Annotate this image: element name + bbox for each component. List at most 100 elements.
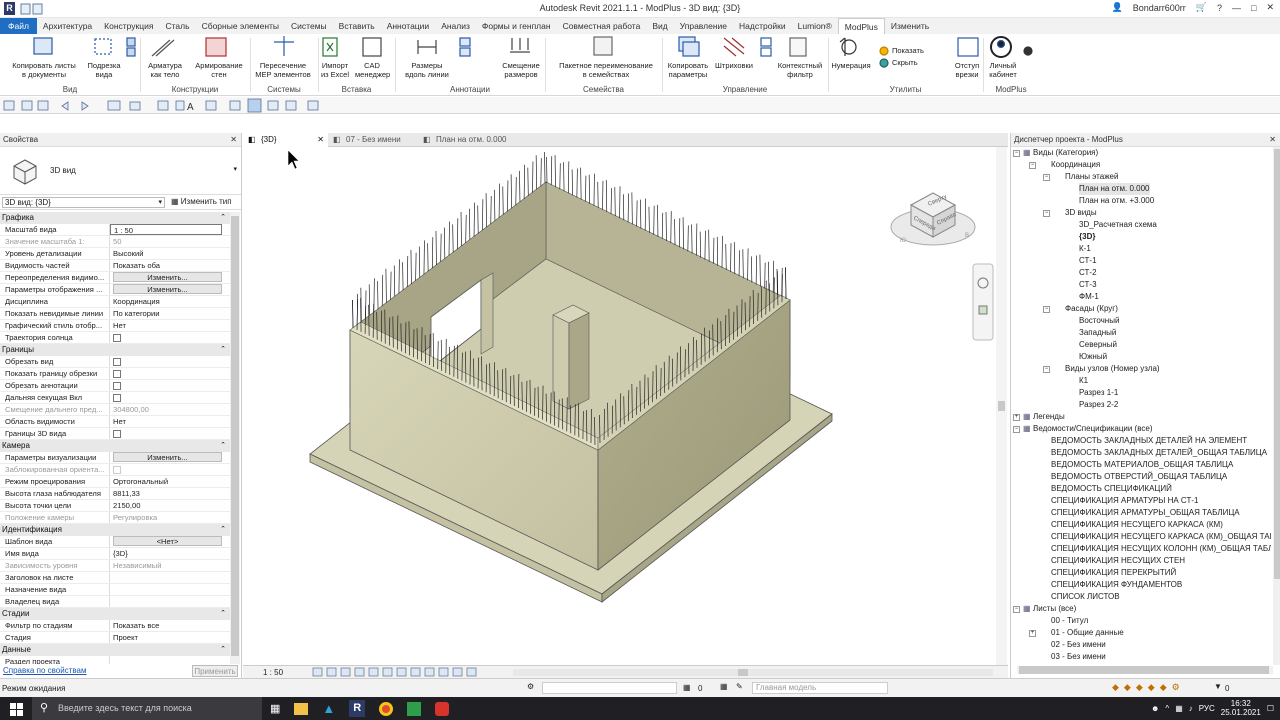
browser-item[interactable]: − ▦ Ведомости/Спецификации (все) — [1011, 423, 1271, 435]
browser-item[interactable]: К1 — [1011, 375, 1271, 387]
menu-tab-6[interactable]: Вставить — [333, 18, 381, 34]
browser-item[interactable]: 04 - Без имени — [1011, 663, 1271, 665]
ribbon-button-4[interactable]: Пересечение MEP элементов — [252, 61, 314, 79]
menu-tab-16[interactable]: Изменить — [885, 18, 935, 34]
browser-item[interactable]: СПЕЦИФИКАЦИЯ НЕСУЩЕГО КАРКАСА (КМ) — [1011, 519, 1271, 531]
collapse-icon[interactable]: ⌃ — [220, 608, 226, 620]
browser-item[interactable]: − Виды узлов (Номер узла) — [1011, 363, 1271, 375]
browser-item[interactable]: − ▦ Листы (все) — [1011, 603, 1271, 615]
browser-item[interactable]: ВЕДОМОСТЬ ОТВЕРСТИЙ_ОБЩАЯ ТАБЛИЦА — [1011, 471, 1271, 483]
collapse-icon[interactable]: ⌃ — [220, 344, 226, 356]
properties-scrollbar[interactable] — [230, 212, 240, 664]
ribbon-small-0[interactable]: Показать — [892, 46, 924, 55]
ribbon-button-11[interactable]: Штриховки — [712, 61, 756, 70]
view-control-icons[interactable] — [311, 666, 511, 678]
editable-only-icon[interactable]: ▦ — [683, 683, 691, 692]
people-icon[interactable]: ☻ — [1151, 704, 1159, 713]
clock[interactable]: 16:32 25.01.2021 — [1221, 699, 1261, 717]
ribbon-small-1[interactable]: Скрыть — [892, 58, 918, 67]
collapse-icon[interactable]: ⌃ — [220, 440, 226, 452]
menu-tab-0[interactable]: Файл — [0, 18, 37, 34]
apply-button[interactable]: Применить — [192, 665, 238, 677]
background-process-icon[interactable]: ⚙ — [1172, 682, 1180, 693]
menu-tab-4[interactable]: Сборные элементы — [196, 18, 285, 34]
edit-type-button[interactable]: ▦ Изменить тип — [171, 197, 232, 206]
view-tab[interactable]: ◧ {3D} ✕ — [243, 133, 328, 147]
browser-item[interactable]: СПИСОК ЛИСТОВ — [1011, 591, 1271, 603]
menu-tab-8[interactable]: Анализ — [435, 18, 476, 34]
horizontal-scrollbar[interactable] — [513, 669, 993, 676]
browser-item[interactable]: СПЕЦИФИКАЦИЯ ФУНДАМЕНТОВ — [1011, 579, 1271, 591]
toolbar-icons[interactable]: A — [0, 97, 350, 114]
property-value-text[interactable]: {3D} — [113, 548, 230, 559]
properties-section[interactable]: Данные ⌃ — [0, 644, 230, 656]
menu-tab-11[interactable]: Вид — [646, 18, 673, 34]
menu-tab-13[interactable]: Надстройки — [733, 18, 792, 34]
properties-section[interactable]: Границы ⌃ — [0, 344, 230, 356]
browser-item[interactable]: СПЕЦИФИКАЦИЯ НЕСУЩЕГО КАРКАСА (КМ)_ОБЩАЯ… — [1011, 531, 1271, 543]
ribbon-button-14[interactable]: Отступ врезки — [950, 61, 984, 79]
browser-item[interactable]: − Планы этажей — [1011, 171, 1271, 183]
browser-item[interactable]: СТ-3 — [1011, 279, 1271, 291]
property-checkbox[interactable] — [113, 394, 121, 402]
browser-item[interactable]: + ▦ Легенды — [1011, 411, 1271, 423]
expand-icon[interactable]: + — [1013, 414, 1020, 421]
browser-item[interactable]: +01 - Общие данные — [1011, 627, 1271, 639]
menu-tab-14[interactable]: Lumion® — [792, 18, 838, 34]
revit-taskbar-icon[interactable]: R — [349, 700, 366, 717]
menu-tab-5[interactable]: Системы — [285, 18, 333, 34]
filter-icon[interactable]: ▼ — [1214, 682, 1222, 691]
minimize-icon[interactable]: — — [1232, 3, 1241, 13]
menu-tab-1[interactable]: Архитектура — [37, 18, 98, 34]
property-checkbox[interactable] — [113, 370, 121, 378]
browser-scrollbar[interactable] — [1273, 147, 1280, 665]
recorder-icon[interactable] — [435, 701, 450, 716]
property-value-text[interactable]: Показать оба — [113, 260, 230, 271]
taskbar-search[interactable]: ⚲ Введите здесь текст для поиска — [32, 697, 262, 720]
zoom-icon[interactable] — [978, 305, 988, 315]
property-value-text[interactable]: Ортогональный — [113, 476, 230, 487]
3d-model-render[interactable]: Сверху Спереди Справа Ю В — [243, 147, 1008, 665]
collapse-icon[interactable]: − — [1013, 426, 1020, 433]
property-value-text[interactable]: Координация — [113, 296, 230, 307]
menu-tab-7[interactable]: Аннотации — [381, 18, 436, 34]
property-checkbox[interactable] — [113, 334, 121, 342]
design-option-select[interactable]: Главная модель — [752, 682, 888, 694]
windows-start-icon[interactable] — [7, 699, 27, 719]
browser-item[interactable]: СТ-2 — [1011, 267, 1271, 279]
instance-selector[interactable]: 3D вид: {3D} ▾ — [2, 197, 165, 208]
browser-item[interactable]: СПЕЦИФИКАЦИЯ АРМАТУРЫ НА СТ-1 — [1011, 495, 1271, 507]
ribbon-button-2[interactable]: Арматура как тело — [143, 61, 187, 79]
collapse-icon[interactable]: ⌃ — [220, 524, 226, 536]
select-links-icon[interactable]: ◆ — [1112, 682, 1119, 693]
property-edit-button[interactable]: Изменить... — [113, 284, 222, 294]
ribbon-button-6[interactable]: CAD менеджер — [355, 61, 390, 79]
property-value-text[interactable]: По категории — [113, 308, 230, 319]
menu-tab-3[interactable]: Сталь — [160, 18, 196, 34]
ribbon-button-12[interactable]: Контекстный фильтр — [773, 61, 827, 79]
user-name[interactable]: Bondarr600rr — [1133, 3, 1186, 13]
property-value-text[interactable]: Проект — [113, 632, 230, 643]
browser-item[interactable]: ВЕДОМОСТЬ ЗАКЛАДНЫХ ДЕТАЛЕЙ_ОБЩАЯ ТАБЛИЦ… — [1011, 447, 1271, 459]
browser-item[interactable]: ВЕДОМОСТЬ СПЕЦИФИКАЦИЙ — [1011, 483, 1271, 495]
property-value-text[interactable]: 2150,00 — [113, 500, 230, 511]
property-edit-button[interactable]: Изменить... — [113, 272, 222, 282]
ribbon-button-10[interactable]: Копировать параметры — [664, 61, 712, 79]
properties-section[interactable]: Стадии ⌃ — [0, 608, 230, 620]
browser-item[interactable]: Западный — [1011, 327, 1271, 339]
collapse-icon[interactable]: − — [1043, 366, 1050, 373]
browser-item[interactable]: 03 - Без имени — [1011, 651, 1271, 663]
notifications-icon[interactable]: ☐ — [1267, 704, 1274, 713]
browser-item[interactable]: − Фасады (Круг) — [1011, 303, 1271, 315]
select-by-face-icon[interactable]: ◆ — [1148, 682, 1155, 693]
browser-item[interactable]: Южный — [1011, 351, 1271, 363]
menu-tab-15[interactable]: ModPlus — [837, 17, 885, 35]
property-value-text[interactable]: 8811,33 — [113, 488, 230, 499]
collapse-icon[interactable]: − — [1043, 210, 1050, 217]
view-tab[interactable]: ◧ План на отм. 0.000 — [418, 133, 538, 147]
property-checkbox[interactable] — [113, 382, 121, 390]
close-icon[interactable]: ✕ — [230, 133, 237, 147]
ribbon-button-8[interactable]: Смещение размеров — [498, 61, 544, 79]
collapse-icon[interactable]: − — [1013, 150, 1020, 157]
worksets-icon[interactable]: ⚙ — [527, 682, 534, 691]
